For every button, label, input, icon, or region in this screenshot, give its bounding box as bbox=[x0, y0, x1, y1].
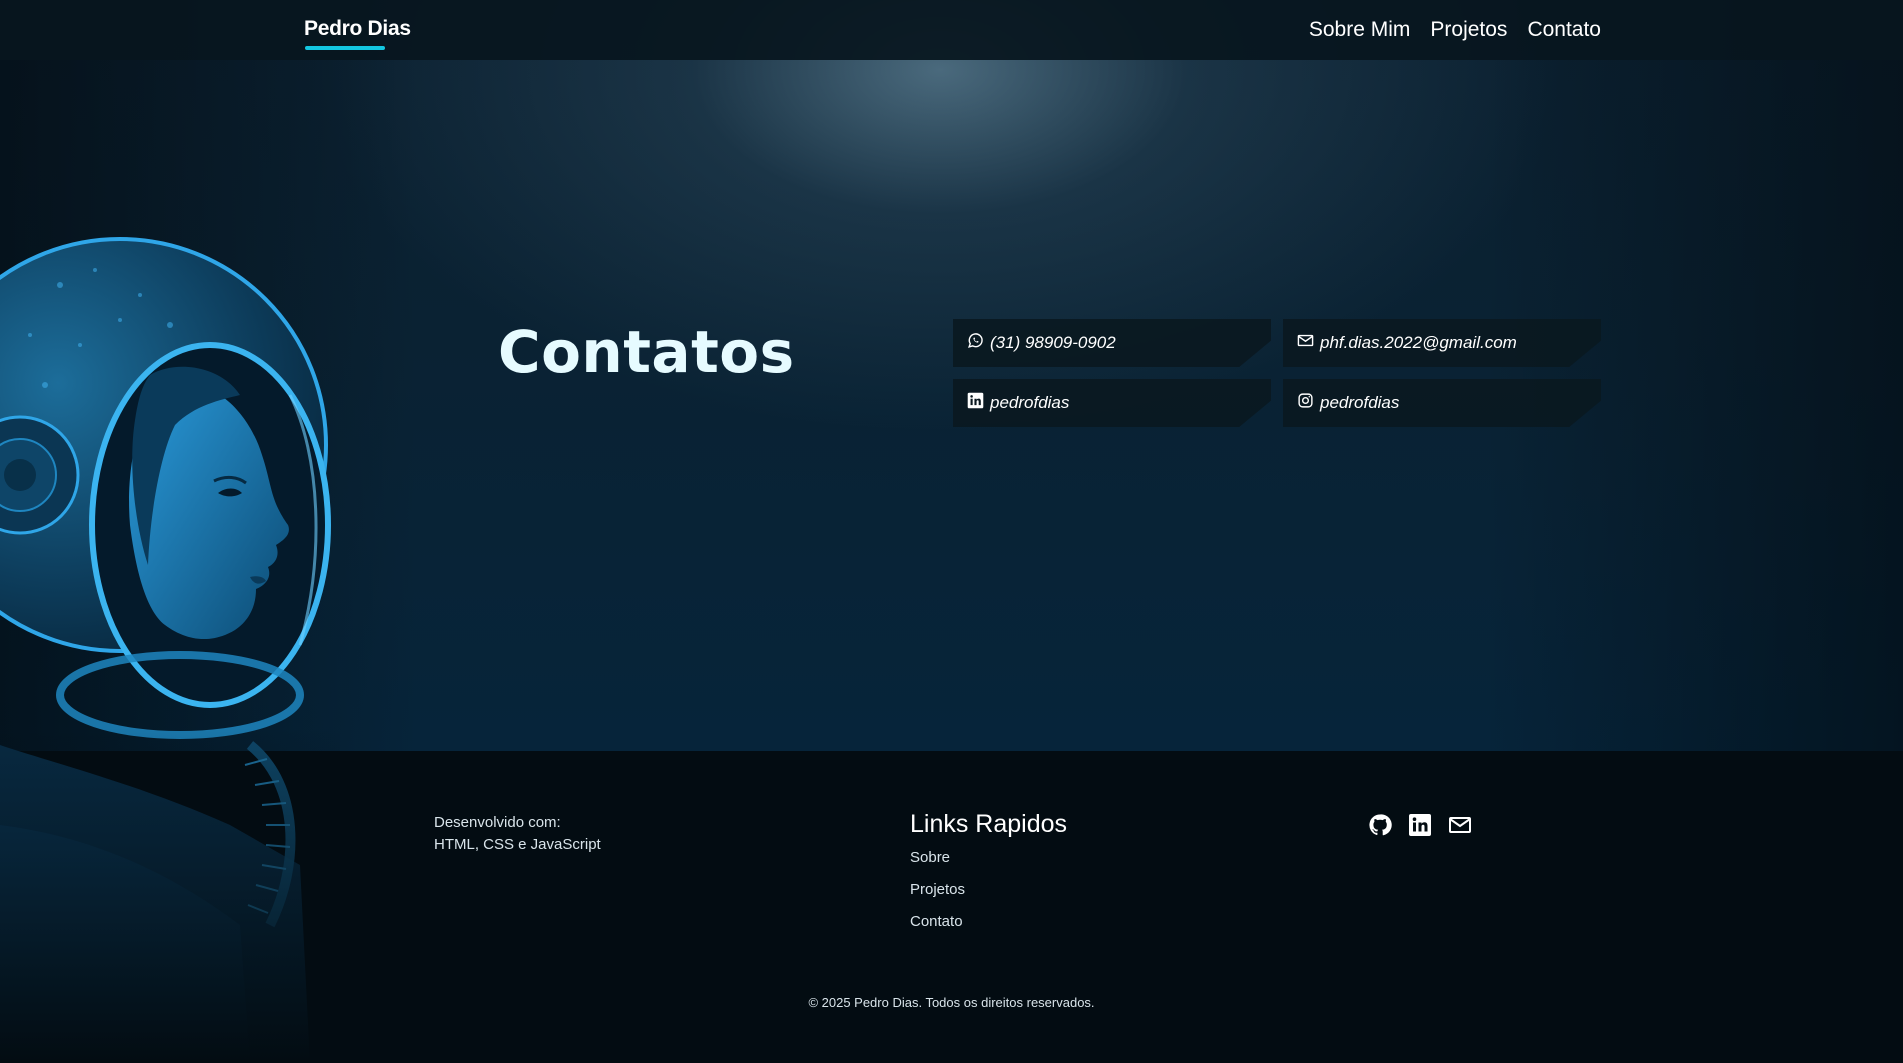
email-text: phf.dias.2022@gmail.com bbox=[1320, 333, 1517, 352]
footer-link-contato[interactable]: Contato bbox=[910, 913, 1067, 930]
nav-link-projetos[interactable]: Projetos bbox=[1430, 18, 1507, 42]
dev-tech: HTML, CSS e JavaScript bbox=[434, 836, 601, 853]
linkedin-contact-card[interactable]: pedrofdias bbox=[953, 379, 1271, 427]
mail-icon bbox=[1297, 332, 1314, 354]
instagram-icon bbox=[1297, 392, 1314, 414]
dev-label: Desenvolvido com: bbox=[434, 814, 561, 831]
nav-link-sobre-mim[interactable]: Sobre Mim bbox=[1309, 18, 1411, 42]
copyright-text: © 2025 Pedro Dias. Todos os direitos res… bbox=[808, 995, 1095, 1010]
brand-underline bbox=[305, 46, 385, 50]
quick-links-title: Links Rapidos bbox=[910, 810, 1068, 838]
email-contact-card[interactable]: phf.dias.2022@gmail.com bbox=[1283, 319, 1601, 367]
nav-links: Sobre Mim Projetos Contato bbox=[1309, 18, 1601, 42]
navbar: Pedro Dias Sobre Mim Projetos Contato bbox=[0, 0, 1903, 60]
instagram-contact-card[interactable]: pedrofdias bbox=[1283, 379, 1601, 427]
footer-quick-links: Links Rapidos Sobre Projetos Contato bbox=[910, 810, 1067, 945]
footer-link-sobre[interactable]: Sobre bbox=[910, 849, 1067, 866]
linkedin-text: pedrofdias bbox=[990, 393, 1070, 412]
linkedin-icon bbox=[967, 392, 984, 414]
whatsapp-contact-card[interactable]: (31) 98909-0902 bbox=[953, 319, 1271, 367]
footer-dev-info: Desenvolvido com: HTML, CSS e JavaScript bbox=[434, 812, 601, 856]
footer-link-projetos[interactable]: Projetos bbox=[910, 881, 1067, 898]
whatsapp-icon bbox=[967, 332, 984, 354]
instagram-text: pedrofdias bbox=[1320, 393, 1400, 412]
page-title: Contatos bbox=[498, 318, 795, 386]
linkedin-icon[interactable] bbox=[1408, 813, 1432, 837]
nav-link-contato[interactable]: Contato bbox=[1527, 18, 1601, 42]
astronaut-illustration bbox=[0, 225, 340, 1063]
brand-logo[interactable]: Pedro Dias bbox=[304, 17, 411, 41]
whatsapp-text: (31) 98909-0902 bbox=[990, 333, 1116, 352]
social-links bbox=[1368, 813, 1472, 837]
github-icon[interactable] bbox=[1368, 813, 1392, 837]
mail-icon[interactable] bbox=[1448, 813, 1472, 837]
